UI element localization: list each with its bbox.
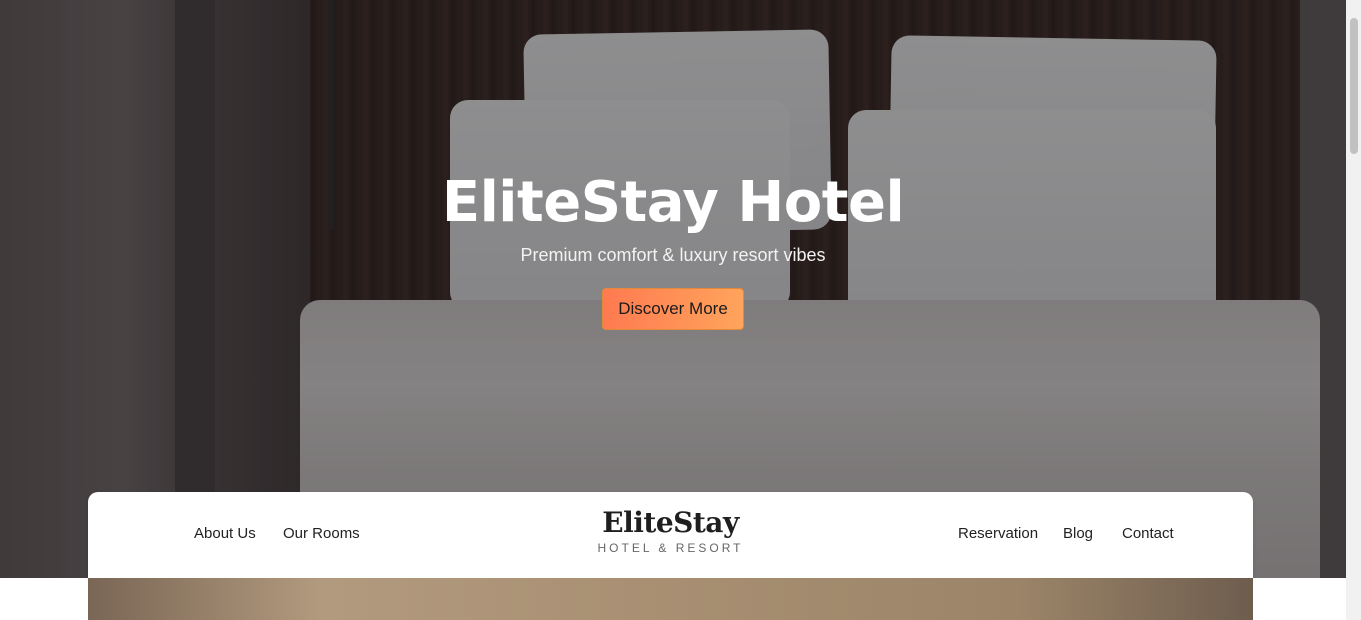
- hero-content: EliteStay Hotel Premium comfort & luxury…: [0, 170, 1346, 330]
- hero-title: EliteStay Hotel: [441, 170, 905, 235]
- main-navbar: About Us Our Rooms EliteStay HOTEL & RES…: [88, 492, 1253, 578]
- nav-link-blog[interactable]: Blog: [1063, 525, 1093, 542]
- brand-tagline: HOTEL & RESORT: [597, 541, 744, 555]
- page-scrollbar-thumb[interactable]: [1350, 18, 1358, 154]
- hero-subtitle: Premium comfort & luxury resort vibes: [520, 245, 826, 265]
- discover-more-button[interactable]: Discover More: [602, 288, 744, 330]
- next-section-image: [88, 578, 1253, 620]
- nav-link-reservation[interactable]: Reservation: [958, 525, 1038, 542]
- nav-link-contact[interactable]: Contact: [1122, 525, 1174, 542]
